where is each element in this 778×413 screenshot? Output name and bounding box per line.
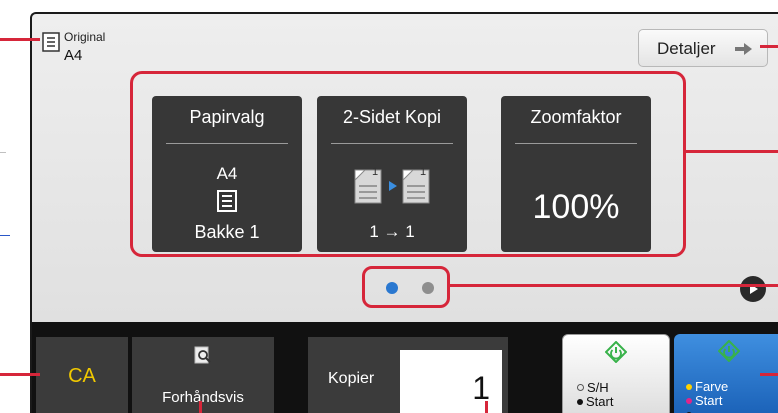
page-dot-active[interactable] — [386, 282, 398, 294]
color-start-line2: Start — [695, 393, 723, 408]
start-icon — [605, 341, 627, 363]
play-icon — [750, 284, 758, 294]
color-start-line1: Farve — [695, 379, 729, 394]
original-size: A4 — [64, 47, 83, 64]
page-dot[interactable] — [422, 282, 434, 294]
paper-select-title: Papirvalg — [189, 107, 265, 127]
tile-divider — [515, 143, 637, 144]
duplex-copy-tile[interactable]: 2-Sidet Kopi 1 1 1 → 1 — [317, 96, 467, 252]
callout-line-ca — [0, 373, 40, 376]
bw-start-line1: S/H — [587, 380, 609, 395]
callout-line-original — [0, 38, 40, 41]
zoom-tile[interactable]: Zoomfaktor 100% — [501, 96, 651, 252]
paper-select-tile[interactable]: Papirvalg A4 Bakke 1 — [152, 96, 302, 252]
callout-line-details — [760, 45, 778, 48]
copy-screen: Original A4 Detaljer Papirvalg A4 Bakke … — [30, 12, 778, 413]
callout-line-preview — [199, 401, 202, 413]
clear-all-button[interactable]: CA — [36, 337, 128, 413]
callout-line-tiles — [684, 150, 778, 153]
callout-line-pager — [450, 284, 778, 287]
details-button-label: Detaljer — [657, 39, 716, 58]
tile-divider — [331, 143, 453, 144]
copies-control: Kopier 1 — [308, 337, 508, 413]
paper-tray-icon — [217, 190, 237, 212]
preview-label: Forhåndsvis — [162, 389, 244, 406]
callout-line-start — [760, 373, 778, 376]
bw-start-button[interactable]: S/H Start — [562, 334, 670, 413]
bw-start-line2: Start — [586, 394, 614, 409]
page-link-rule — [0, 235, 10, 236]
page-indicator-callout-frame — [362, 266, 450, 308]
arrow-right-icon — [735, 43, 752, 55]
paper-tray: Bakke 1 — [194, 222, 260, 242]
original-document-icon — [42, 32, 60, 52]
paper-size: A4 — [216, 164, 238, 183]
callout-line-copies — [485, 401, 488, 413]
original-label: Original — [64, 30, 106, 44]
preview-icon — [194, 346, 211, 364]
zoom-title: Zoomfaktor — [530, 107, 622, 127]
copies-label: Kopier — [328, 370, 375, 387]
page-rule — [0, 152, 6, 153]
zoom-value: 100% — [532, 188, 620, 226]
original-page-number: 1 — [372, 166, 379, 178]
bw-start-label: S/H Start — [577, 381, 613, 409]
duplex-copy-title: 2-Sidet Kopi — [342, 107, 442, 127]
preview-button[interactable]: Forhåndsvis — [132, 337, 274, 413]
start-icon — [718, 340, 740, 362]
details-button[interactable]: Detaljer — [638, 29, 768, 67]
color-start-label: Farve Start — [686, 380, 728, 413]
next-page-button[interactable] — [740, 276, 766, 302]
duplex-mode: 1 → 1 — [369, 222, 415, 241]
copy-page-number: 1 — [420, 166, 427, 178]
tile-divider — [166, 143, 288, 144]
